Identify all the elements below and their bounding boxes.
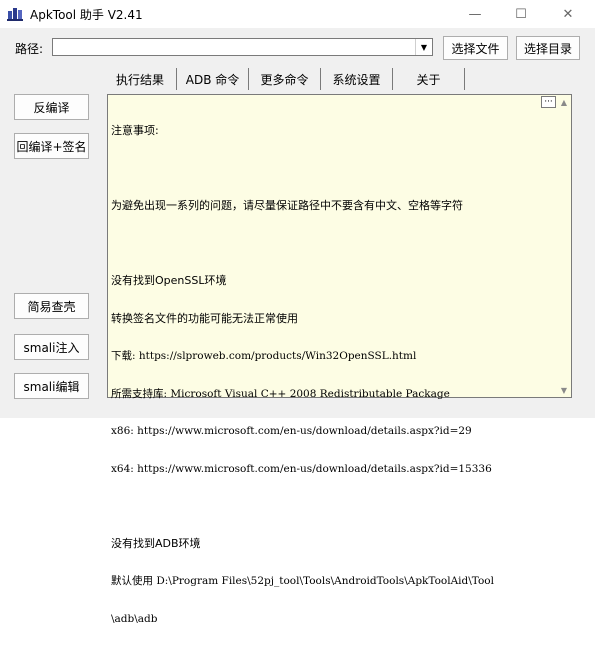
minimize-button[interactable]: — bbox=[455, 0, 495, 28]
shell-check-button[interactable]: 简易查壳 bbox=[14, 293, 89, 319]
output-line: 没有找到ADB环境 bbox=[111, 536, 201, 550]
vertical-scrollbar[interactable]: ▲ ▼ bbox=[557, 95, 571, 397]
tab-about[interactable]: 关于 bbox=[393, 68, 465, 90]
select-file-button[interactable]: 选择文件 bbox=[443, 36, 508, 60]
tab-system-settings[interactable]: 系统设置 bbox=[321, 68, 393, 90]
scroll-down-arrow-icon[interactable]: ▼ bbox=[557, 383, 571, 397]
output-line: 为避免出现一系列的问题，请尽量保证路径中不要含有中文、空格等字符 bbox=[111, 199, 463, 212]
more-options-button[interactable]: ··· bbox=[541, 96, 556, 108]
tab-adb-commands[interactable]: ADB 命令 bbox=[177, 68, 249, 90]
tab-execution-result[interactable]: 执行结果 bbox=[104, 68, 177, 90]
output-text[interactable]: 注意事项: 为避免出现一系列的问题，请尽量保证路径中不要含有中文、空格等字符 没… bbox=[111, 100, 551, 624]
smali-edit-button[interactable]: smali编辑 bbox=[14, 373, 89, 399]
maximize-button[interactable]: ☐ bbox=[501, 0, 541, 28]
output-line: 默认使用 D:\Program Files\52pj_tool\Tools\An… bbox=[111, 575, 494, 587]
smali-inject-button[interactable]: smali注入 bbox=[14, 334, 89, 360]
apktool-app-icon bbox=[7, 8, 23, 21]
tab-more-commands[interactable]: 更多命令 bbox=[249, 68, 321, 90]
output-panel: 注意事项: 为避免出现一系列的问题，请尽量保证路径中不要含有中文、空格等字符 没… bbox=[107, 94, 572, 625]
scroll-up-arrow-icon[interactable]: ▲ bbox=[557, 95, 571, 109]
select-directory-button[interactable]: 选择目录 bbox=[516, 36, 580, 60]
output-line: 转换签名文件的功能可能无法正常使用 bbox=[111, 311, 298, 325]
output-line: 注意事项: bbox=[111, 124, 159, 137]
chevron-down-icon[interactable]: ▼ bbox=[415, 39, 432, 55]
output-line: \adb\adb bbox=[111, 612, 158, 625]
output-line: 下载: https://slproweb.com/products/Win32O… bbox=[111, 350, 417, 362]
path-combobox[interactable]: ▼ bbox=[52, 38, 433, 56]
output-line: x64: https://www.microsoft.com/en-us/dow… bbox=[111, 462, 492, 475]
title-bar: ApkTool 助手 V2.41 — ☐ ✕ bbox=[0, 0, 595, 28]
app-window: ApkTool 助手 V2.41 — ☐ ✕ 路径: ▼ 选择文件 选择目录 反… bbox=[0, 0, 595, 625]
window-title: ApkTool 助手 V2.41 bbox=[30, 8, 143, 22]
close-button[interactable]: ✕ bbox=[548, 0, 588, 28]
output-line: 所需支持库: Microsoft Visual C++ 2008 Redistr… bbox=[111, 387, 450, 400]
output-line: 没有找到OpenSSL环境 bbox=[111, 274, 227, 287]
decompile-button[interactable]: 反编译 bbox=[14, 94, 89, 120]
recompile-sign-button[interactable]: 回编译+签名 bbox=[14, 133, 89, 159]
path-label: 路径: bbox=[15, 42, 44, 56]
output-line: x86: https://www.microsoft.com/en-us/dow… bbox=[111, 425, 472, 437]
